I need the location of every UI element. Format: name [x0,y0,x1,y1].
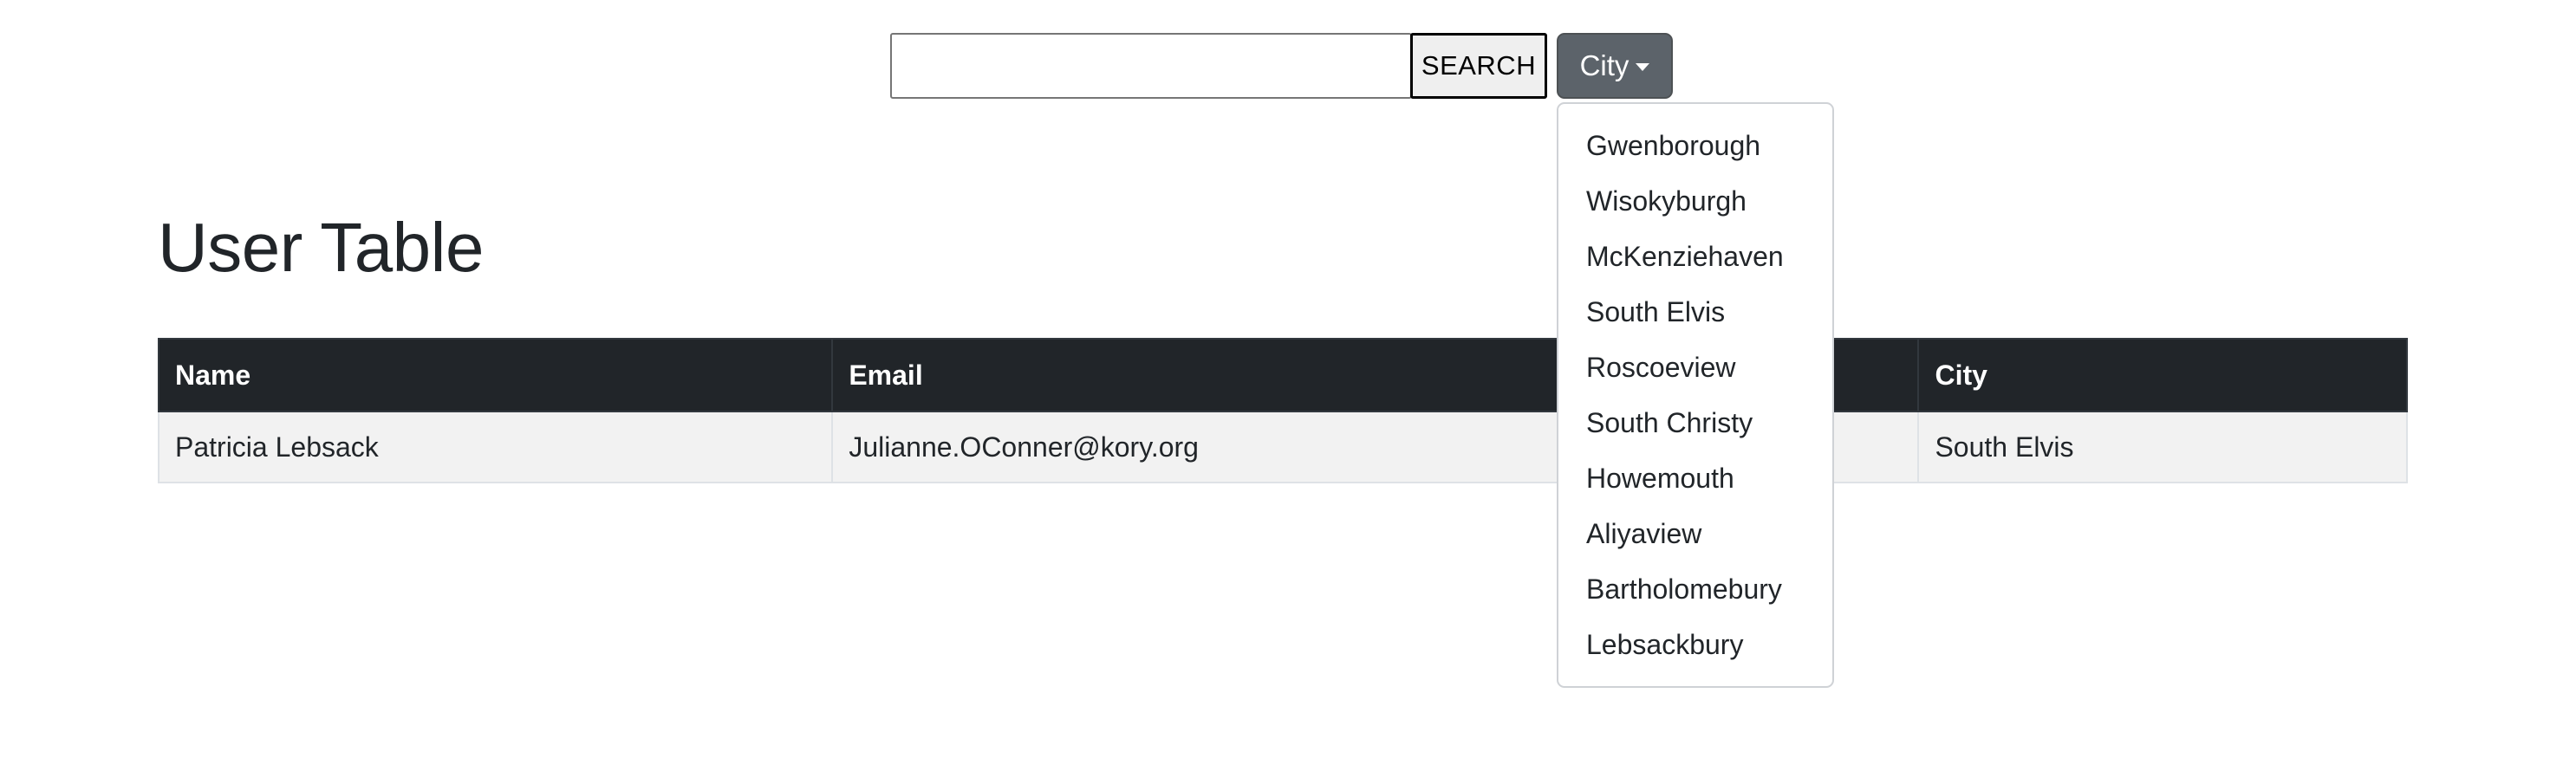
dropdown-item-south-christy[interactable]: South Christy [1558,395,1832,450]
caret-down-icon [1636,62,1650,71]
dropdown-item-mckenziehaven[interactable]: McKenziehaven [1558,229,1832,284]
search-input[interactable] [890,33,1412,99]
page-title: User Table [158,209,484,286]
cell-city: South Elvis [1917,411,2408,483]
column-header-city[interactable]: City [1917,338,2408,412]
table-row[interactable]: Patricia Lebsack Julianne.OConner@kory.o… [157,411,2408,483]
dropdown-item-south-elvis[interactable]: South Elvis [1558,284,1832,340]
dropdown-item-bartholomebury[interactable]: Bartholomebury [1558,561,1832,617]
dropdown-item-lebsackbury[interactable]: Lebsackbury [1558,617,1832,672]
city-dropdown-toggle[interactable]: City [1557,33,1673,99]
cell-name: Patricia Lebsack [157,411,834,483]
dropdown-item-roscoeview[interactable]: Roscoeview [1558,340,1832,395]
page: SEARCH City User Table Name Email City P… [0,0,2576,771]
city-dropdown-label: City [1579,49,1630,81]
dropdown-item-wisokyburgh[interactable]: Wisokyburgh [1558,173,1832,229]
city-dropdown-menu: Gwenborough Wisokyburgh McKenziehaven So… [1557,102,1834,688]
user-table: Name Email City Patricia Lebsack Juliann… [157,338,2408,483]
search-button[interactable]: SEARCH [1410,33,1547,99]
dropdown-item-aliyaview[interactable]: Aliyaview [1558,506,1832,561]
table-header-row: Name Email City [157,338,2408,412]
dropdown-item-howemouth[interactable]: Howemouth [1558,450,1832,506]
dropdown-item-gwenborough[interactable]: Gwenborough [1558,118,1832,173]
column-header-name[interactable]: Name [157,338,834,412]
